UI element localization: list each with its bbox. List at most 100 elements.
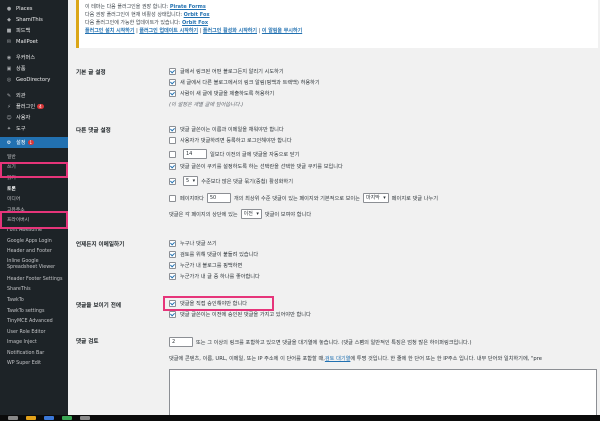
notice-line-2: 다음 권장 플러그인이 현재 비활성 상태입니다: Orbit Fox [85,12,210,18]
pirate-forms-link[interactable]: Pirate Forms [170,4,206,10]
settings-icon: ⚙ [6,139,12,146]
option-cookies-opt-in[interactable]: 댓글 글쓴이 쿠키를 설정하도록 하는 선택란을 선택한 댓글 쿠키를 보입니다 [169,163,343,170]
submenu-tawkto-settings[interactable]: TawkTo settings [0,306,68,317]
submenu-inline-google-spreadsheet[interactable]: Inline Google Spreadsheet Viewer [0,257,68,274]
option-email-likes[interactable]: 누군가가 내 글 중 하나를 좋아합니다 [169,273,260,280]
main-content: 이 테마는 다음 플러그인을 권장 합니다: Pirate Forms 다음 권… [68,0,600,415]
brush-icon: ✎ [6,92,12,99]
checkbox[interactable] [169,150,176,158]
plugin-notice: 이 테마는 다음 플러그인을 권장 합니다: Pirate Forms 다음 권… [76,0,598,48]
submenu-header-footer-settings[interactable]: Header Footer Settings [0,274,68,285]
sidebar-item-plugins[interactable]: ⚡ 플러그인 4 [0,101,68,112]
user-icon: ☺ [6,114,12,121]
checkbox[interactable] [169,194,176,202]
checkbox[interactable] [169,90,176,97]
close-days-input[interactable]: 14 [183,149,207,159]
dismiss-notice-link[interactable]: 이 알림을 무시하기 [262,28,302,34]
submenu-google-apps-login[interactable]: Google Apps Login [0,236,68,247]
notice-line-3: 다음 플러그인에 가능한 업데이트가 있습니다: Orbit Fox [85,20,209,26]
comment-order-select[interactable]: 이전 [240,209,262,219]
notice-line-1: 이 테마는 다음 플러그인을 권장 합니다: Pirate Forms [85,4,206,10]
install-plugins-link[interactable]: 플러그인 설치 시작하기 [85,28,134,34]
email-me-label: 언제든지 이메일하기 [76,242,125,248]
submenu-tawkto[interactable]: TawkTo [0,295,68,306]
admin-sidebar: ● Places ◆ ShamiThis ■ 피드백 ✉ MailPoet ◉ 우커머스 … [0,0,68,415]
other-comments-label: 다른 댓글 설정 [76,128,111,134]
submenu-discussion[interactable]: 토론 [0,183,68,194]
checkbox[interactable] [169,137,176,144]
option-require-login[interactable]: 사용자가 댓글하려면 등록하고 로그인해야만 합니다 [169,137,292,144]
sidebar-item-settings[interactable]: ⚙ 설정 1 [0,137,68,148]
checkbox[interactable] [169,177,176,185]
sidebar-item-appearance[interactable]: ✎ 외관 [0,90,68,101]
sidebar-item-sharethis[interactable]: ◆ ShamiThis [0,14,68,25]
option-email-held-moderation[interactable]: 검토를 위해 댓글이 붙들려 있습니다 [169,251,258,258]
submenu-header-and-footer[interactable]: Header and Footer [0,246,68,257]
checkbox[interactable] [169,311,176,318]
sidebar-item-users[interactable]: ☺ 사용자 [0,112,68,123]
option-previously-approved[interactable]: 댓글 글쓴이는 이전에 승인된 댓글을 가지고 있어야만 합니다 [169,311,311,318]
orbit-fox-update-link[interactable]: Orbit Fox [182,20,208,26]
feedback-icon: ■ [6,27,12,34]
folder-icon[interactable] [26,416,36,420]
app-icon[interactable] [80,416,90,420]
default-settings-note: (이 설정은 개별 글에 덮어씁니다.) [169,102,244,108]
option-email-anyone-posts[interactable]: 누구나 댓글 쓰기 [169,240,217,247]
moderation-keys-textarea[interactable] [169,369,597,415]
default-page-select[interactable]: 마지막 [362,193,389,203]
option-require-name-email[interactable]: 댓글 글쓴이는 이름과 이메일을 채워야만 합니다 [169,126,284,133]
option-threaded-comments[interactable]: 5수준보다 많은 댓글 묶기(중첩) 활성화하기 [169,176,293,186]
checkbox[interactable] [169,163,176,170]
default-settings-label: 기본 글 설정 [76,70,106,76]
moderation-links-input[interactable]: 2 [169,337,193,347]
checkbox[interactable] [169,273,176,280]
sidebar-item-mailpoet[interactable]: ✉ MailPoet [0,36,68,47]
moderation-queue-link[interactable]: 검토 대기열 [325,355,351,362]
globe-icon: ◎ [6,76,12,83]
option-paginate-comments[interactable]: 페이지마다 50 개의 최상위 수준 댓글이 있는 페이지와 기본적으로 보이는 마지… [169,193,438,203]
mail-icon: ✉ [6,38,12,45]
option-close-comments[interactable]: 14 일보다 이전의 글에 댓글을 자동으로 닫기 [169,149,299,159]
submenu-image-inject[interactable]: Image Inject [0,338,68,349]
option-allow-pingbacks[interactable]: 새 글에서 다른 블로그에서의 링크 알림(핑백과 트랙백) 허용하기 [169,79,320,86]
option-email-pingback[interactable]: 누군가 내 블로그를 핑백하면 [169,262,242,269]
woo-icon: ◉ [6,54,12,61]
share-icon: ◆ [7,16,11,23]
orbit-fox-link[interactable]: Orbit Fox [184,12,210,18]
plugins-update-badge: 4 [37,104,44,109]
option-allow-comments[interactable]: 사람이 새 글에 댓글을 제출하도록 허용하기 [169,90,274,97]
option-notify-blogs[interactable]: 글에서 링크된 어떤 블로그든지 알리기 시도하기 [169,68,284,75]
submenu-notification-bar[interactable]: Notification Bar [0,348,68,359]
before-appears-label: 댓글을 보이기 전에 [76,303,122,309]
checkbox[interactable] [169,251,176,258]
submenu-media[interactable]: 미디어 [0,193,68,204]
activate-plugins-link[interactable]: 플러그인 활성화 시작하기 [203,28,257,34]
thread-depth-select[interactable]: 5 [183,176,199,186]
box-icon: ▣ [6,65,12,72]
checkbox[interactable] [169,79,176,86]
submenu-user-role-editor[interactable]: User Role Editor [0,327,68,338]
update-plugins-link[interactable]: 플러그인 업데이트 시작하기 [139,28,198,34]
option-comment-order: 댓글은 각 페이지의 상단에 있는이전댓글이 보여야 합니다 [169,209,311,219]
checkbox[interactable] [169,126,176,133]
checkbox[interactable] [169,262,176,269]
sidebar-item-feedback[interactable]: ■ 피드백 [0,25,68,36]
sidebar-item-products[interactable]: ▣ 상품 [0,63,68,74]
manual-approval-highlight [163,296,274,311]
sidebar-item-woocommerce[interactable]: ◉ 우커머스 [0,52,68,63]
app-icon[interactable] [62,416,72,420]
start-icon[interactable] [8,416,18,420]
checkbox[interactable] [169,68,176,75]
browser-icon[interactable] [44,416,54,420]
submenu-sharethis[interactable]: ShareThis [0,285,68,296]
comments-per-page-input[interactable]: 50 [206,193,231,203]
submenu-tinymce-advanced[interactable]: TinyMCE Advanced [0,316,68,327]
sidebar-item-places[interactable]: ● Places [0,3,68,14]
submenu-general[interactable]: 일반 [0,151,68,162]
pin-icon: ● [6,5,12,12]
sidebar-item-tools[interactable]: ✦ 도구 [0,123,68,134]
submenu-wp-super-edit[interactable]: WP Super Edit [0,359,68,370]
discussion-highlight [0,211,68,229]
checkbox[interactable] [169,240,176,247]
sidebar-item-geodirectory[interactable]: ◎ GeoDirectory [0,74,68,85]
